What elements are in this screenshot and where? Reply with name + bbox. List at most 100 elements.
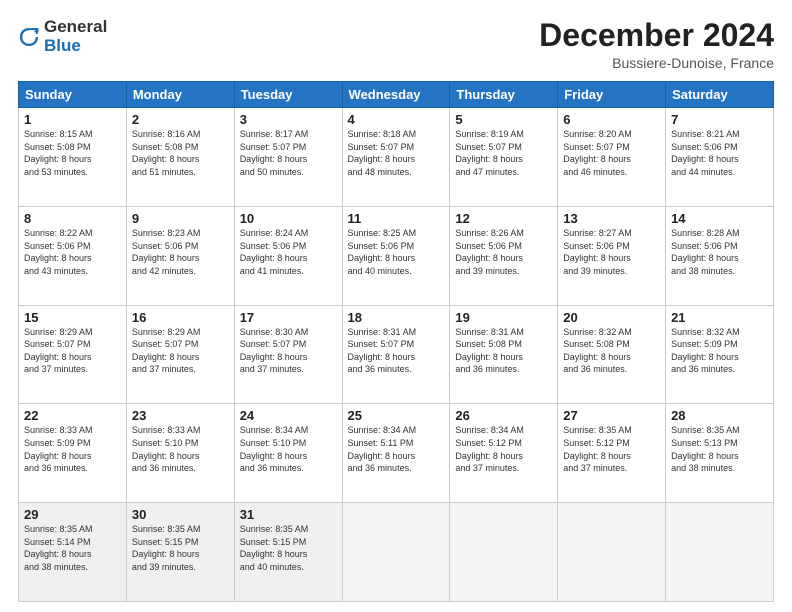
day-info: Sunrise: 8:29 AM Sunset: 5:07 PM Dayligh… bbox=[24, 326, 121, 376]
table-row: 12Sunrise: 8:26 AM Sunset: 5:06 PM Dayli… bbox=[450, 206, 558, 305]
page: General Blue December 2024 Bussiere-Duno… bbox=[0, 0, 792, 612]
day-number: 27 bbox=[563, 408, 660, 423]
month-title: December 2024 bbox=[539, 18, 774, 53]
table-row: 30Sunrise: 8:35 AM Sunset: 5:15 PM Dayli… bbox=[126, 503, 234, 602]
day-info: Sunrise: 8:31 AM Sunset: 5:08 PM Dayligh… bbox=[455, 326, 552, 376]
day-info: Sunrise: 8:35 AM Sunset: 5:12 PM Dayligh… bbox=[563, 424, 660, 474]
table-row: 26Sunrise: 8:34 AM Sunset: 5:12 PM Dayli… bbox=[450, 404, 558, 503]
logo-blue: Blue bbox=[44, 37, 107, 56]
day-info: Sunrise: 8:22 AM Sunset: 5:06 PM Dayligh… bbox=[24, 227, 121, 277]
day-info: Sunrise: 8:19 AM Sunset: 5:07 PM Dayligh… bbox=[455, 128, 552, 178]
table-row: 28Sunrise: 8:35 AM Sunset: 5:13 PM Dayli… bbox=[666, 404, 774, 503]
day-info: Sunrise: 8:17 AM Sunset: 5:07 PM Dayligh… bbox=[240, 128, 337, 178]
day-number: 4 bbox=[348, 112, 445, 127]
table-row bbox=[558, 503, 666, 602]
day-number: 26 bbox=[455, 408, 552, 423]
day-info: Sunrise: 8:25 AM Sunset: 5:06 PM Dayligh… bbox=[348, 227, 445, 277]
day-number: 2 bbox=[132, 112, 229, 127]
day-number: 6 bbox=[563, 112, 660, 127]
table-row: 3Sunrise: 8:17 AM Sunset: 5:07 PM Daylig… bbox=[234, 108, 342, 207]
col-friday: Friday bbox=[558, 82, 666, 108]
calendar-table: Sunday Monday Tuesday Wednesday Thursday… bbox=[18, 81, 774, 602]
table-row: 29Sunrise: 8:35 AM Sunset: 5:14 PM Dayli… bbox=[19, 503, 127, 602]
day-info: Sunrise: 8:34 AM Sunset: 5:12 PM Dayligh… bbox=[455, 424, 552, 474]
col-saturday: Saturday bbox=[666, 82, 774, 108]
table-row: 4Sunrise: 8:18 AM Sunset: 5:07 PM Daylig… bbox=[342, 108, 450, 207]
day-number: 30 bbox=[132, 507, 229, 522]
logo: General Blue bbox=[18, 18, 107, 55]
day-number: 10 bbox=[240, 211, 337, 226]
day-number: 5 bbox=[455, 112, 552, 127]
day-number: 7 bbox=[671, 112, 768, 127]
day-number: 13 bbox=[563, 211, 660, 226]
day-number: 29 bbox=[24, 507, 121, 522]
col-tuesday: Tuesday bbox=[234, 82, 342, 108]
day-info: Sunrise: 8:35 AM Sunset: 5:15 PM Dayligh… bbox=[240, 523, 337, 573]
table-row: 17Sunrise: 8:30 AM Sunset: 5:07 PM Dayli… bbox=[234, 305, 342, 404]
day-number: 18 bbox=[348, 310, 445, 325]
day-info: Sunrise: 8:35 AM Sunset: 5:14 PM Dayligh… bbox=[24, 523, 121, 573]
day-info: Sunrise: 8:29 AM Sunset: 5:07 PM Dayligh… bbox=[132, 326, 229, 376]
header: General Blue December 2024 Bussiere-Duno… bbox=[18, 18, 774, 71]
table-row: 24Sunrise: 8:34 AM Sunset: 5:10 PM Dayli… bbox=[234, 404, 342, 503]
day-number: 14 bbox=[671, 211, 768, 226]
day-info: Sunrise: 8:24 AM Sunset: 5:06 PM Dayligh… bbox=[240, 227, 337, 277]
table-row: 11Sunrise: 8:25 AM Sunset: 5:06 PM Dayli… bbox=[342, 206, 450, 305]
day-number: 20 bbox=[563, 310, 660, 325]
table-row bbox=[666, 503, 774, 602]
day-info: Sunrise: 8:32 AM Sunset: 5:09 PM Dayligh… bbox=[671, 326, 768, 376]
day-number: 1 bbox=[24, 112, 121, 127]
day-info: Sunrise: 8:27 AM Sunset: 5:06 PM Dayligh… bbox=[563, 227, 660, 277]
day-info: Sunrise: 8:31 AM Sunset: 5:07 PM Dayligh… bbox=[348, 326, 445, 376]
location: Bussiere-Dunoise, France bbox=[539, 55, 774, 71]
calendar-week-row: 15Sunrise: 8:29 AM Sunset: 5:07 PM Dayli… bbox=[19, 305, 774, 404]
table-row: 6Sunrise: 8:20 AM Sunset: 5:07 PM Daylig… bbox=[558, 108, 666, 207]
table-row bbox=[342, 503, 450, 602]
table-row: 10Sunrise: 8:24 AM Sunset: 5:06 PM Dayli… bbox=[234, 206, 342, 305]
table-row: 2Sunrise: 8:16 AM Sunset: 5:08 PM Daylig… bbox=[126, 108, 234, 207]
day-number: 12 bbox=[455, 211, 552, 226]
calendar-week-row: 22Sunrise: 8:33 AM Sunset: 5:09 PM Dayli… bbox=[19, 404, 774, 503]
table-row bbox=[450, 503, 558, 602]
table-row: 25Sunrise: 8:34 AM Sunset: 5:11 PM Dayli… bbox=[342, 404, 450, 503]
day-info: Sunrise: 8:35 AM Sunset: 5:15 PM Dayligh… bbox=[132, 523, 229, 573]
calendar-week-row: 29Sunrise: 8:35 AM Sunset: 5:14 PM Dayli… bbox=[19, 503, 774, 602]
day-info: Sunrise: 8:23 AM Sunset: 5:06 PM Dayligh… bbox=[132, 227, 229, 277]
day-number: 3 bbox=[240, 112, 337, 127]
day-info: Sunrise: 8:34 AM Sunset: 5:11 PM Dayligh… bbox=[348, 424, 445, 474]
calendar-week-row: 1Sunrise: 8:15 AM Sunset: 5:08 PM Daylig… bbox=[19, 108, 774, 207]
table-row: 23Sunrise: 8:33 AM Sunset: 5:10 PM Dayli… bbox=[126, 404, 234, 503]
day-info: Sunrise: 8:33 AM Sunset: 5:10 PM Dayligh… bbox=[132, 424, 229, 474]
col-sunday: Sunday bbox=[19, 82, 127, 108]
day-info: Sunrise: 8:26 AM Sunset: 5:06 PM Dayligh… bbox=[455, 227, 552, 277]
day-number: 16 bbox=[132, 310, 229, 325]
day-number: 31 bbox=[240, 507, 337, 522]
day-number: 9 bbox=[132, 211, 229, 226]
day-info: Sunrise: 8:18 AM Sunset: 5:07 PM Dayligh… bbox=[348, 128, 445, 178]
day-number: 25 bbox=[348, 408, 445, 423]
col-wednesday: Wednesday bbox=[342, 82, 450, 108]
day-number: 11 bbox=[348, 211, 445, 226]
table-row: 9Sunrise: 8:23 AM Sunset: 5:06 PM Daylig… bbox=[126, 206, 234, 305]
day-info: Sunrise: 8:28 AM Sunset: 5:06 PM Dayligh… bbox=[671, 227, 768, 277]
day-number: 21 bbox=[671, 310, 768, 325]
table-row: 15Sunrise: 8:29 AM Sunset: 5:07 PM Dayli… bbox=[19, 305, 127, 404]
table-row: 5Sunrise: 8:19 AM Sunset: 5:07 PM Daylig… bbox=[450, 108, 558, 207]
table-row: 19Sunrise: 8:31 AM Sunset: 5:08 PM Dayli… bbox=[450, 305, 558, 404]
day-number: 17 bbox=[240, 310, 337, 325]
table-row: 7Sunrise: 8:21 AM Sunset: 5:06 PM Daylig… bbox=[666, 108, 774, 207]
logo-icon bbox=[18, 26, 40, 48]
table-row: 31Sunrise: 8:35 AM Sunset: 5:15 PM Dayli… bbox=[234, 503, 342, 602]
logo-text: General Blue bbox=[44, 18, 107, 55]
day-number: 28 bbox=[671, 408, 768, 423]
day-info: Sunrise: 8:20 AM Sunset: 5:07 PM Dayligh… bbox=[563, 128, 660, 178]
day-number: 19 bbox=[455, 310, 552, 325]
calendar-week-row: 8Sunrise: 8:22 AM Sunset: 5:06 PM Daylig… bbox=[19, 206, 774, 305]
calendar-header-row: Sunday Monday Tuesday Wednesday Thursday… bbox=[19, 82, 774, 108]
table-row: 1Sunrise: 8:15 AM Sunset: 5:08 PM Daylig… bbox=[19, 108, 127, 207]
day-info: Sunrise: 8:33 AM Sunset: 5:09 PM Dayligh… bbox=[24, 424, 121, 474]
day-info: Sunrise: 8:15 AM Sunset: 5:08 PM Dayligh… bbox=[24, 128, 121, 178]
day-info: Sunrise: 8:21 AM Sunset: 5:06 PM Dayligh… bbox=[671, 128, 768, 178]
col-thursday: Thursday bbox=[450, 82, 558, 108]
table-row: 22Sunrise: 8:33 AM Sunset: 5:09 PM Dayli… bbox=[19, 404, 127, 503]
